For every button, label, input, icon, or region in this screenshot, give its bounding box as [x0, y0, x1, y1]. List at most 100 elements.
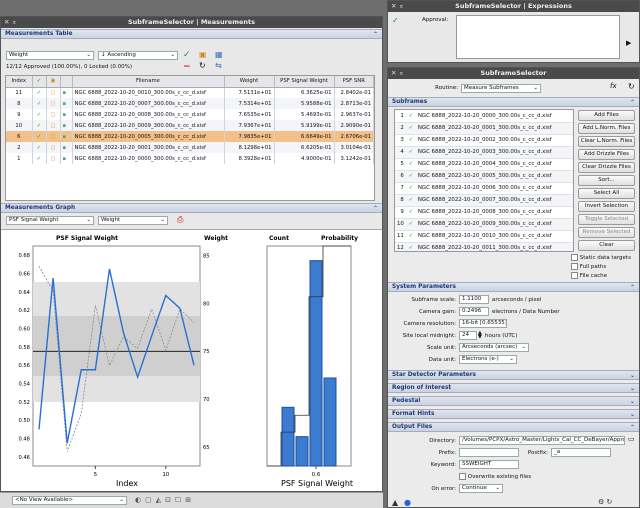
unlock-icon[interactable]: ▢ [46, 131, 61, 142]
list-item[interactable]: 6 ✓ NGC 6888_2022-10-20_0005_300.00s_c_cc_… [395, 170, 573, 183]
expand-icon[interactable]: ⌄ [630, 371, 635, 380]
table-row[interactable]: 2 ✓ ▢ ▪ NGC 6888_2022-10-20_0001_300.00s_c_c… [6, 142, 374, 153]
overwrite-box[interactable] [459, 473, 466, 480]
graph-y2-select[interactable]: Weight ⌄ [98, 216, 168, 225]
table-row[interactable]: 6 ✓ ▢ ▪ NGC 6888_2022-10-20_0005_300.00s_c_c… [6, 131, 374, 142]
unlock-icon[interactable]: ▢ [46, 87, 61, 98]
collapse-icon[interactable]: ⌃ [630, 283, 635, 292]
pdf-export-icon[interactable]: ⎙ [177, 215, 183, 225]
postfix-input[interactable]: _a [551, 448, 611, 457]
site-midnight-input[interactable]: 24 [459, 331, 477, 340]
file-enabled-icon[interactable]: ✓ [405, 242, 416, 251]
routine-select[interactable]: Measure Subframes ⌄ [461, 84, 541, 93]
apply-global-icon[interactable]: ● [404, 498, 411, 507]
file-enabled-icon[interactable]: ✓ [405, 170, 416, 183]
unlock-icon[interactable]: ▢ [46, 153, 61, 164]
keyword-input[interactable]: SSWEIGHT [459, 460, 519, 469]
export-icon[interactable]: ⇆ [215, 61, 222, 70]
function-icon[interactable]: fx [610, 82, 617, 90]
run-expression-icon[interactable]: ▶ [626, 39, 631, 47]
subframes-button-invert-selection[interactable]: Invert Selection [578, 201, 635, 212]
output-files-header[interactable]: Output Files ⌃ [388, 422, 639, 432]
window-controls[interactable]: ✕ ⌅ [391, 68, 404, 79]
approval-expression-input[interactable] [456, 15, 620, 59]
pedestal-header[interactable]: Pedestal ⌄ [388, 396, 639, 406]
view-select[interactable]: <No View Available> ⌄ [12, 496, 127, 505]
sort-field-select[interactable]: Weight ⌄ [6, 51, 94, 60]
file-enabled-icon[interactable]: ✓ [405, 134, 416, 147]
collapse-icon[interactable]: ⌃ [373, 30, 378, 39]
measurements-graph-header[interactable]: Measurements Graph ⌃ [1, 203, 382, 213]
file-enabled-icon[interactable]: ✓ [405, 194, 416, 207]
approved-icon[interactable]: ✓ [32, 120, 47, 131]
table-row[interactable]: 9 ✓ ▢ ▪ NGC 6888_2022-10-20_0008_300.00s_c_c… [6, 109, 374, 120]
unlock-icon[interactable]: ▢ [46, 98, 61, 109]
file-enabled-icon[interactable]: ✓ [405, 110, 416, 123]
static-targets-checkbox[interactable]: Static data targets [571, 254, 631, 261]
file-enabled-icon[interactable]: ✓ [405, 182, 416, 195]
subframes-button-clear[interactable]: Clear [578, 240, 635, 251]
subframes-button-add-l-norm-files[interactable]: Add L.Norm. Files [578, 123, 635, 134]
directory-input[interactable]: /Volumes/PCPX/Astro_Master/Lights_Cal_CC… [459, 436, 625, 445]
col-locked-icon[interactable]: ▣ [46, 76, 61, 88]
grid-icon[interactable]: ▦ [215, 50, 223, 59]
remove-icon[interactable]: − [183, 62, 191, 72]
approved-icon[interactable]: ✓ [32, 153, 47, 164]
collapse-icon[interactable]: ⌃ [373, 204, 378, 213]
reset-icon[interactable]: ↻ [199, 61, 206, 70]
file-enabled-icon[interactable]: ✓ [405, 122, 416, 135]
on-error-select[interactable]: Continue ⌄ [459, 484, 503, 493]
graph-y-select[interactable]: PSF Signal Weight ⌄ [6, 216, 94, 225]
full-paths-box[interactable] [571, 263, 578, 270]
file-enabled-icon[interactable]: ✓ [405, 218, 416, 231]
star-detector-header[interactable]: Star Detector Parameters ⌄ [388, 370, 639, 380]
subframe-scale-input[interactable]: 1.1100 [459, 295, 489, 304]
camera-gain-input[interactable]: 0.2496 [459, 307, 489, 316]
subframes-button-toggle-selected[interactable]: Toggle Selected [578, 214, 635, 225]
subframes-button-add-drizzle-files[interactable]: Add Drizzle Files [578, 149, 635, 160]
col-psf-signal-weight[interactable]: PSF Signal Weight [274, 76, 335, 88]
approved-icon[interactable]: ✓ [32, 109, 47, 120]
reset-icon[interactable]: ↻ [628, 82, 635, 91]
approved-icon[interactable]: ✓ [32, 87, 47, 98]
list-item[interactable]: 3 ✓ NGC 6888_2022-10-20_0002_300.00s_c_cc_… [395, 134, 573, 147]
window-controls[interactable]: ✕ ⌅ [391, 1, 404, 12]
file-enabled-icon[interactable]: ✓ [405, 206, 416, 219]
file-enabled-icon[interactable]: ✓ [405, 146, 416, 159]
col-index[interactable]: Index [6, 76, 33, 88]
approve-icon[interactable]: ✓ [183, 50, 191, 60]
expand-icon[interactable]: ⌄ [630, 397, 635, 406]
list-item[interactable]: 2 ✓ NGC 6888_2022-10-20_0001_300.00s_c_cc_… [395, 122, 573, 135]
measurements-table-header[interactable]: Measurements Table ⌃ [1, 29, 382, 39]
file-cache-box[interactable] [571, 272, 578, 279]
subframeselector-titlebar[interactable]: ✕ ⌅ SubframeSelector [388, 68, 639, 79]
table-row[interactable]: 10 ✓ ▢ ▪ NGC 6888_2022-10-20_0009_300.00s_c_… [6, 120, 374, 131]
expand-icon[interactable]: ⌄ [630, 410, 635, 419]
collapse-icon[interactable]: ⌃ [630, 423, 635, 432]
approved-icon[interactable]: ✓ [32, 142, 47, 153]
list-item[interactable]: 1 ✓ NGC 6888_2022-10-20_0000_300.00s_c_cc_… [395, 110, 573, 123]
table-row[interactable]: 11 ✓ ▢ ▪ NGC 6888_2022-10-20_0010_300.00s_c_… [6, 87, 374, 98]
approved-icon[interactable]: ✓ [32, 98, 47, 109]
table-row[interactable]: 8 ✓ ▢ ▪ NGC 6888_2022-10-20_0007_300.00s_c_c… [6, 98, 374, 109]
col-filename[interactable]: Filename [72, 76, 225, 88]
overwrite-checkbox[interactable]: Overwrite existing files [459, 473, 531, 480]
file-cache-checkbox[interactable]: File cache [571, 272, 607, 279]
col-approved-icon[interactable]: ✓ [32, 76, 47, 88]
camera-resolution-select[interactable]: 16-bit [0,65535] [459, 319, 507, 328]
prefix-input[interactable] [459, 448, 519, 457]
list-item[interactable]: 10 ✓ NGC 6888_2022-10-20_0009_300.00s_c_cc… [395, 218, 573, 231]
static-targets-box[interactable] [571, 254, 578, 261]
new-instance-icon[interactable]: ▲ [392, 498, 398, 507]
list-item[interactable]: 9 ✓ NGC 6888_2022-10-20_0008_300.00s_c_cc_… [395, 206, 573, 219]
table-row[interactable]: 1 ✓ ▢ ▪ NGC 6888_2022-10-20_0000_300.00s_c_c… [6, 153, 374, 164]
list-item[interactable]: 12 ✓ NGC 6888_2022-10-20_0011_300.00s_c_cc… [395, 242, 573, 251]
region-of-interest-header[interactable]: Region of Interest ⌄ [388, 383, 639, 393]
col-psf-snr[interactable]: PSF SNR [334, 76, 374, 88]
col-weight[interactable]: Weight [224, 76, 275, 88]
list-item[interactable]: 11 ✓ NGC 6888_2022-10-20_0010_300.00s_c_cc… [395, 230, 573, 243]
list-item[interactable]: 5 ✓ NGC 6888_2022-10-20_0004_300.00s_c_cc_… [395, 158, 573, 171]
midnight-stepper-icon[interactable]: ▲ ▼ [478, 331, 482, 340]
view-toolbar-icons[interactable]: ◐▢◭⊡☐⊞ [135, 496, 195, 504]
expressions-titlebar[interactable]: ✕ ⌅ SubframeSelector | Expressions [388, 1, 639, 12]
